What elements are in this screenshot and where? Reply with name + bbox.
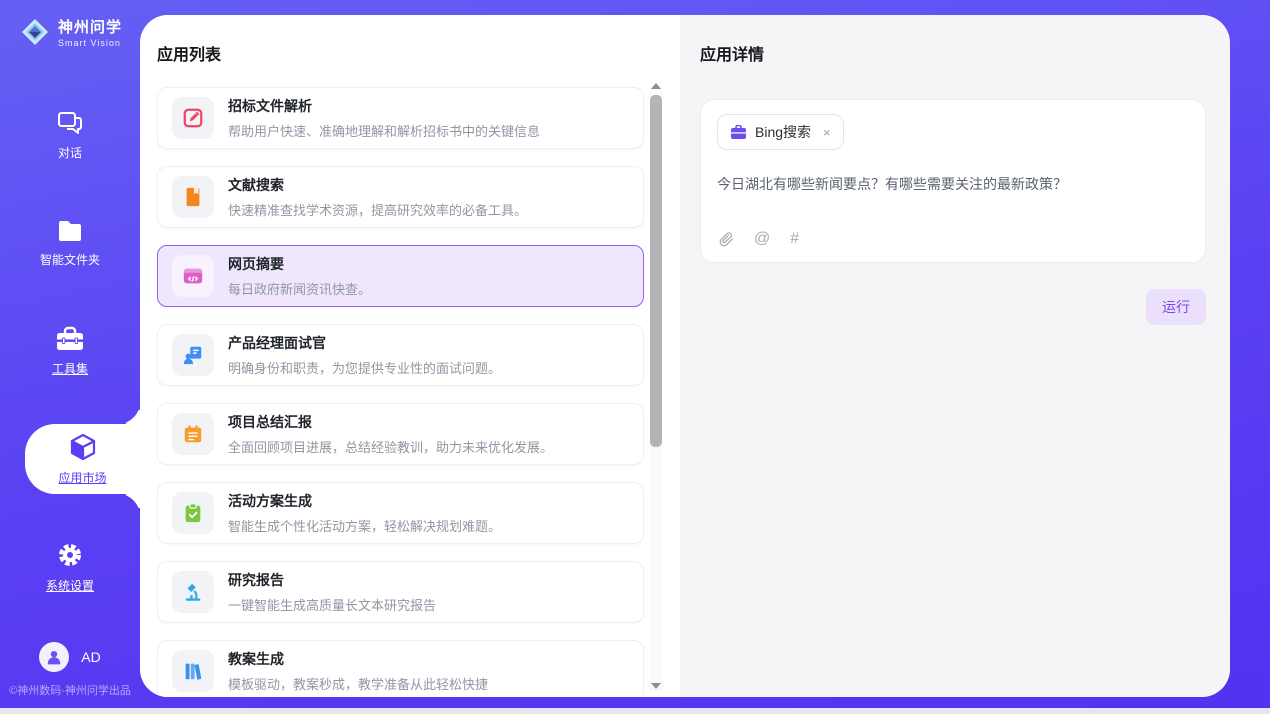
app-card-literature-search[interactable]: 文献搜索 快速精准查找学术资源，提高研究效率的必备工具。: [157, 166, 644, 228]
avatar: [39, 642, 69, 672]
sidebar-item-label: 系统设置: [46, 577, 94, 594]
mention-icon[interactable]: @: [754, 230, 770, 248]
user-account[interactable]: AD: [0, 642, 140, 672]
bottom-strip: [0, 708, 1270, 714]
app-card-desc: 全面回顾项目进展，总结经验教训，助力未来优化发展。: [228, 437, 553, 456]
app-card-desc: 一键智能生成高质量长文本研究报告: [228, 595, 436, 614]
app-list-title: 应用列表: [157, 41, 644, 65]
prompt-card: Bing搜索 × 今日湖北有哪些新闻要点？有哪些需要关注的最新政策？ @ #: [700, 99, 1206, 263]
calendar-icon: [172, 413, 214, 455]
sidebar-item-label: 智能文件夹: [40, 251, 100, 268]
main-content: 应用列表 招标文件解析 帮助用户快速、准确地理解和解析招标书中的关键信息 文献搜…: [140, 15, 1230, 697]
sidebar-item-label: 工具集: [52, 360, 88, 377]
app-detail-title: 应用详情: [700, 41, 1206, 65]
app-list-panel: 应用列表 招标文件解析 帮助用户快速、准确地理解和解析招标书中的关键信息 文献搜…: [140, 15, 680, 697]
toolbox-icon: [55, 326, 85, 352]
app-card-title: 研究报告: [228, 570, 436, 590]
app-detail-panel: 应用详情 Bing搜索 × 今日湖北有哪些新闻要点？有哪些需要关注的最新政策？ …: [680, 15, 1230, 697]
prompt-toolbar: @ #: [719, 230, 799, 248]
app-card-title: 活动方案生成: [228, 491, 501, 511]
cube-icon: [69, 433, 97, 461]
sidebar-item-settings[interactable]: 系统设置: [0, 532, 140, 602]
chat-icon: [56, 110, 84, 136]
copyright-text: ©神州数码·神州问学出品: [0, 682, 140, 698]
app-card-title: 产品经理面试官: [228, 333, 501, 353]
app-card-project-summary[interactable]: 项目总结汇报 全面回顾项目进展，总结经验教训，助力未来优化发展。: [157, 403, 644, 465]
app-card-web-summary[interactable]: 网页摘要 每日政府新闻资讯快查。: [157, 245, 644, 307]
app-card-desc: 智能生成个性化活动方案，轻松解决规划难题。: [228, 516, 501, 535]
sidebar: 神州问学 Smart Vision 对话 智能文件夹: [0, 0, 140, 708]
tool-chip-label: Bing搜索: [755, 122, 811, 142]
app-card-desc: 快速精准查找学术资源，提高研究效率的必备工具。: [228, 200, 527, 219]
sidebar-nav: 对话 智能文件夹 工具集: [0, 100, 140, 640]
app-card-title: 招标文件解析: [228, 96, 540, 116]
interview-icon: [172, 334, 214, 376]
user-name: AD: [81, 649, 100, 665]
app-card-desc: 明确身份和职责，为您提供专业性的面试问题。: [228, 358, 501, 377]
briefcase-icon: [730, 125, 747, 140]
topic-icon[interactable]: #: [790, 230, 799, 248]
microscope-icon: [172, 571, 214, 613]
brand-subtitle: Smart Vision: [58, 38, 122, 48]
sidebar-item-app-market[interactable]: 应用市场: [25, 424, 140, 494]
run-button[interactable]: 运行: [1146, 289, 1206, 325]
diamond-logo-icon: [20, 17, 50, 47]
app-card-desc: 帮助用户快速、准确地理解和解析招标书中的关键信息: [228, 121, 540, 140]
app-card-title: 教案生成: [228, 649, 488, 669]
brand-logo: 神州问学 Smart Vision: [0, 0, 140, 48]
close-icon[interactable]: ×: [823, 125, 831, 140]
paperclip-icon[interactable]: [719, 231, 734, 248]
app-card-pm-interviewer[interactable]: 产品经理面试官 明确身份和职责，为您提供专业性的面试问题。: [157, 324, 644, 386]
folder-icon: [56, 219, 84, 243]
edit-icon: [172, 97, 214, 139]
brand-name: 神州问学: [58, 16, 122, 37]
app-card-title: 项目总结汇报: [228, 412, 553, 432]
gear-icon: [56, 541, 84, 569]
prompt-input[interactable]: 今日湖北有哪些新闻要点？有哪些需要关注的最新政策？: [717, 174, 1189, 194]
tab-curve-top: [118, 402, 140, 424]
scrollbar-thumb[interactable]: [650, 95, 662, 447]
sidebar-item-smart-folder[interactable]: 智能文件夹: [0, 208, 140, 278]
app-card-desc: 每日政府新闻资讯快查。: [228, 279, 371, 298]
book-icon: [172, 176, 214, 218]
app-card-research-report[interactable]: 研究报告 一键智能生成高质量长文本研究报告: [157, 561, 644, 623]
sidebar-item-label: 应用市场: [58, 469, 106, 486]
sidebar-item-label: 对话: [58, 144, 82, 161]
books-icon: [172, 650, 214, 692]
app-list-scrollbar[interactable]: [650, 81, 662, 691]
scrollbar-up-arrow[interactable]: [651, 83, 661, 89]
app-card-title: 网页摘要: [228, 254, 371, 274]
tool-chip-bing-search[interactable]: Bing搜索 ×: [717, 114, 844, 150]
scrollbar-down-arrow[interactable]: [651, 683, 661, 689]
sidebar-item-chat[interactable]: 对话: [0, 100, 140, 170]
app-card-title: 文献搜索: [228, 175, 527, 195]
app-card-lesson-plan[interactable]: 教案生成 模板驱动，教案秒成，教学准备从此轻松快捷: [157, 640, 644, 697]
app-card-event-plan[interactable]: 活动方案生成 智能生成个性化活动方案，轻松解决规划难题。: [157, 482, 644, 544]
person-icon: [45, 648, 63, 666]
app-card-bid-analysis[interactable]: 招标文件解析 帮助用户快速、准确地理解和解析招标书中的关键信息: [157, 87, 644, 149]
tab-curve-bottom: [118, 494, 140, 516]
sidebar-item-toolset[interactable]: 工具集: [0, 316, 140, 386]
clipboard-check-icon: [172, 492, 214, 534]
app-card-desc: 模板驱动，教案秒成，教学准备从此轻松快捷: [228, 674, 488, 693]
browser-code-icon: [172, 255, 214, 297]
